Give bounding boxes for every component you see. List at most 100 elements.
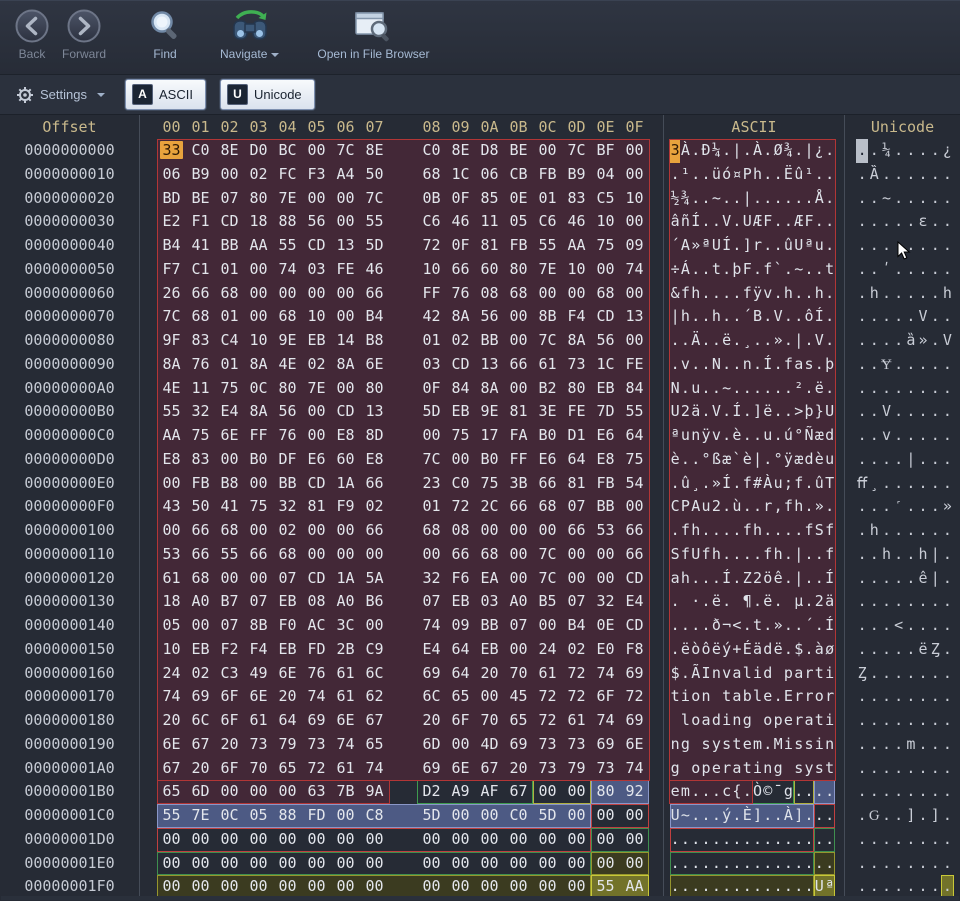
ascii-char[interactable]: ý	[721, 804, 731, 828]
ascii-char[interactable]: .	[773, 804, 783, 828]
hex-byte[interactable]: 24	[157, 662, 186, 686]
unicode-char[interactable]: .	[929, 852, 941, 876]
ascii-char[interactable]: E	[783, 685, 793, 709]
ascii-char[interactable]: U	[794, 234, 804, 258]
ascii-char[interactable]: À	[680, 139, 690, 163]
ascii-char[interactable]: a	[670, 567, 680, 591]
ascii-char[interactable]: .	[742, 424, 752, 448]
unicode-char[interactable]: .	[893, 424, 905, 448]
unicode-char[interactable]: .	[856, 733, 868, 757]
hex-byte[interactable]: BB	[273, 472, 302, 496]
hex-byte[interactable]: 02	[273, 519, 302, 543]
ascii-char[interactable]: U	[742, 210, 752, 234]
hex-byte[interactable]: 00	[302, 852, 331, 876]
unicode-char[interactable]: .	[868, 210, 880, 234]
hex-byte[interactable]: C0	[186, 139, 215, 163]
unicode-char[interactable]: .	[893, 353, 905, 377]
hex-byte[interactable]: A0	[186, 590, 215, 614]
hex-byte[interactable]: FE	[562, 400, 591, 424]
ascii-char[interactable]: .	[824, 305, 834, 329]
ascii-char[interactable]: f	[742, 472, 752, 496]
ascii-char[interactable]: .	[711, 282, 721, 306]
ascii-char[interactable]: .	[752, 353, 762, 377]
hex-byte[interactable]: 75	[446, 424, 475, 448]
unicode-char[interactable]: .	[868, 685, 880, 709]
hex-byte[interactable]: A0	[504, 590, 533, 614]
hex-byte[interactable]: 66	[360, 282, 389, 306]
unicode-char[interactable]: .	[929, 472, 941, 496]
ascii-char[interactable]: .	[680, 662, 690, 686]
ascii-char[interactable]: .	[701, 210, 711, 234]
hex-byte[interactable]: 00	[331, 804, 360, 828]
unicode-char[interactable]: .	[868, 567, 880, 591]
ascii-char[interactable]: .	[824, 828, 834, 852]
ascii-char[interactable]: ´	[742, 305, 752, 329]
ascii-char[interactable]: u	[680, 424, 690, 448]
hex-byte[interactable]: 84	[446, 377, 475, 401]
ascii-char[interactable]: o	[814, 685, 824, 709]
hex-byte[interactable]: 00	[331, 828, 360, 852]
unicode-char[interactable]: .	[856, 804, 868, 828]
unicode-char[interactable]: .	[856, 638, 868, 662]
hex-byte[interactable]: B7	[215, 590, 244, 614]
unicode-char[interactable]: .	[893, 234, 905, 258]
unicode-char[interactable]: .	[856, 543, 868, 567]
hex-byte[interactable]: 00	[273, 780, 302, 804]
ascii-char[interactable]: |	[794, 543, 804, 567]
ascii-char[interactable]: .	[824, 852, 834, 876]
ascii-char[interactable]: e	[670, 780, 680, 804]
ascii-char[interactable]: f	[680, 519, 690, 543]
ascii-char[interactable]: ÿ	[701, 424, 711, 448]
ascii-char[interactable]: .	[742, 852, 752, 876]
unicode-char[interactable]: .	[905, 614, 917, 638]
ascii-char[interactable]: N	[670, 377, 680, 401]
hex-byte[interactable]: 80	[504, 258, 533, 282]
ascii-char[interactable]: .	[794, 614, 804, 638]
ascii-char[interactable]	[783, 757, 793, 781]
ascii-char[interactable]: ë	[814, 377, 824, 401]
unicode-char[interactable]: .	[880, 472, 892, 496]
unicode-char[interactable]: .	[905, 709, 917, 733]
hex-byte[interactable]: 14	[331, 329, 360, 353]
hex-byte[interactable]: 61	[533, 662, 562, 686]
hex-byte[interactable]: E4	[620, 590, 649, 614]
ascii-char[interactable]: þ	[732, 258, 742, 282]
unicode-char[interactable]: .	[929, 495, 941, 519]
unicode-char[interactable]: .	[917, 733, 929, 757]
unicode-char[interactable]: .	[880, 495, 892, 519]
ascii-char[interactable]: ÿ	[783, 448, 793, 472]
hex-byte[interactable]: FE	[331, 258, 360, 282]
ascii-char[interactable]: t	[742, 757, 752, 781]
unicode-char[interactable]: .	[905, 187, 917, 211]
hex-byte[interactable]: 07	[562, 590, 591, 614]
hex-byte[interactable]: 00	[591, 828, 620, 852]
hex-byte[interactable]: E4	[417, 638, 446, 662]
ascii-char[interactable]: »	[711, 472, 721, 496]
ascii-char[interactable]: .	[804, 495, 814, 519]
hex-byte[interactable]: 00	[244, 780, 273, 804]
hex-byte[interactable]: 00	[215, 852, 244, 876]
hex-byte[interactable]: 00	[331, 519, 360, 543]
hex-byte[interactable]: 7E	[186, 804, 215, 828]
hex-byte[interactable]: BD	[157, 187, 186, 211]
hex-byte[interactable]: 13	[360, 400, 389, 424]
hex-byte[interactable]: 7C	[331, 139, 360, 163]
unicode-char[interactable]: .	[880, 780, 892, 804]
hex-byte[interactable]: 08	[475, 282, 504, 306]
hex-byte[interactable]: 20	[417, 709, 446, 733]
unicode-char[interactable]: .	[941, 662, 953, 686]
hex-byte[interactable]: 55	[215, 543, 244, 567]
ascii-char[interactable]: Á	[680, 258, 690, 282]
hex-byte[interactable]: F4	[562, 305, 591, 329]
unicode-char[interactable]: .	[868, 258, 880, 282]
hex-byte[interactable]: 66	[562, 519, 591, 543]
unicode-char[interactable]: .	[880, 519, 892, 543]
hex-byte[interactable]: FF	[504, 448, 533, 472]
hex-byte[interactable]: 70	[475, 709, 504, 733]
hex-byte[interactable]: 56	[273, 400, 302, 424]
hex-byte[interactable]: 81	[504, 400, 533, 424]
ascii-char[interactable]: .	[752, 377, 762, 401]
ascii-char[interactable]: .	[773, 685, 783, 709]
ascii-char[interactable]: .	[804, 377, 814, 401]
ascii-char[interactable]: 3	[670, 139, 680, 163]
